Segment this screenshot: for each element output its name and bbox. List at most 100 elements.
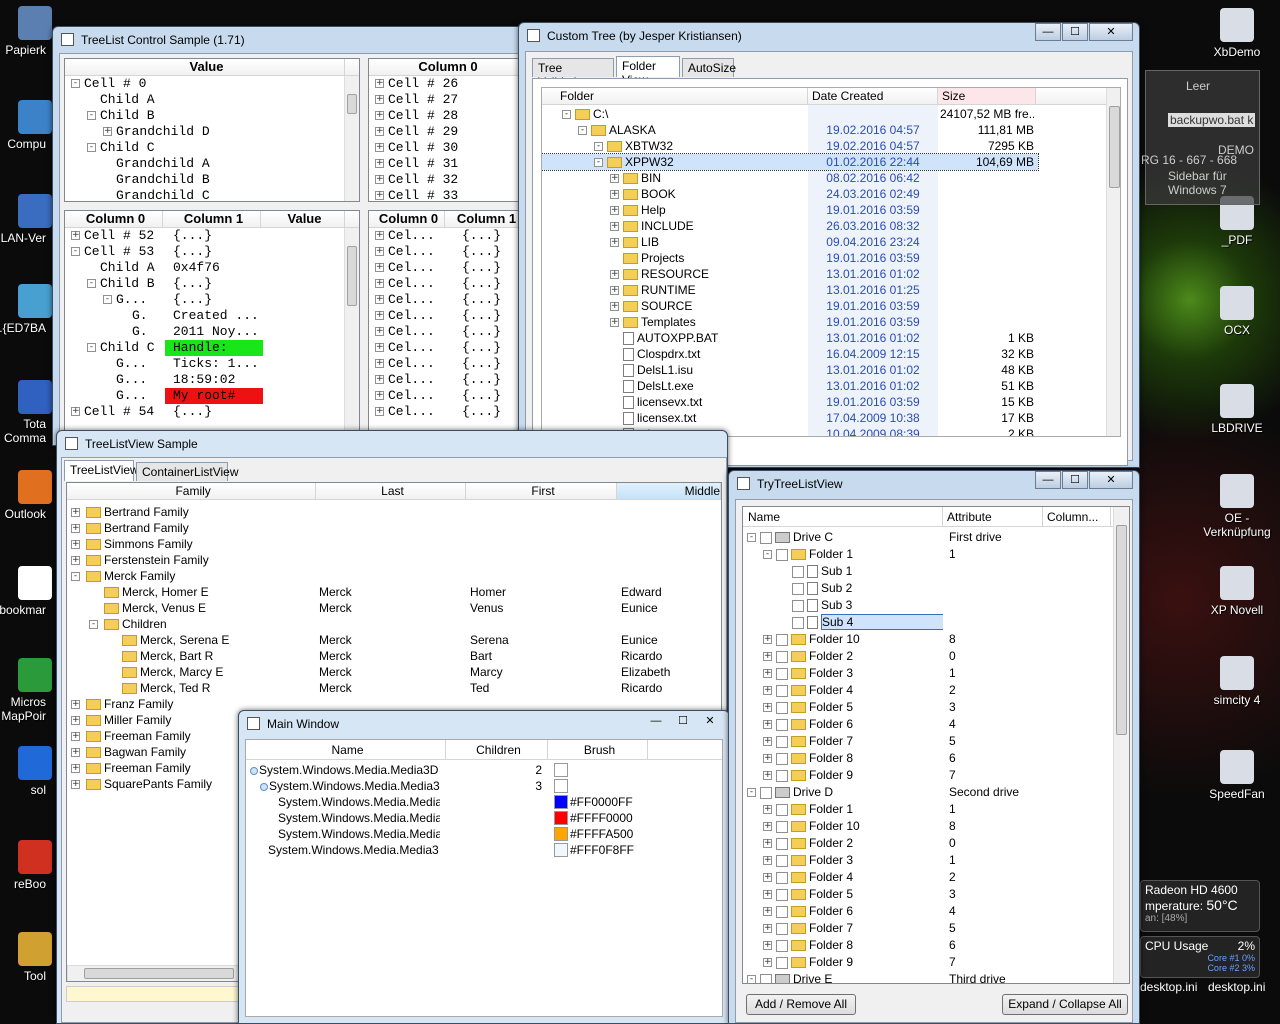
col-column[interactable]: Column... (1043, 507, 1111, 526)
add-remove-all-button[interactable]: Add / Remove All (746, 994, 856, 1015)
minimize-button[interactable]: — (1035, 23, 1061, 41)
expand-icon[interactable]: + (71, 780, 80, 790)
maximize-button[interactable]: ☐ (1062, 471, 1088, 489)
family-row[interactable]: - Children (67, 616, 721, 632)
expand-icon[interactable]: + (610, 318, 619, 328)
drive-row[interactable]: - Drive C First drive (743, 529, 1113, 546)
expand-icon[interactable]: + (71, 700, 80, 710)
col-first[interactable]: First (466, 483, 618, 499)
tree-row[interactable]: + Cell # 26 (369, 76, 537, 92)
expand-icon[interactable]: + (763, 958, 772, 968)
expand-icon[interactable]: + (610, 222, 619, 232)
tree-row[interactable]: G. 2011 Noy... (65, 324, 359, 340)
family-row[interactable]: Merck, Marcy E Merck Marcy Elizabeth (67, 664, 721, 680)
expand-icon[interactable]: + (375, 391, 384, 401)
expand-icon[interactable]: + (375, 79, 384, 89)
tree-row[interactable]: + Cel... {...} (369, 388, 537, 404)
p3-header-col1[interactable]: Column 1 (163, 211, 261, 227)
tab-folder-view[interactable]: Folder View (616, 56, 680, 87)
family-row[interactable]: Merck, Venus E Merck Venus Eunice (67, 600, 721, 616)
collapse-icon[interactable]: - (71, 79, 80, 89)
expand-icon[interactable]: + (375, 247, 384, 257)
p4-header-col0[interactable]: Column 0 (369, 211, 445, 227)
collapse-icon[interactable]: - (747, 533, 756, 543)
checkbox[interactable] (792, 565, 804, 578)
expand-icon[interactable]: + (610, 190, 619, 200)
expand-icon[interactable]: + (71, 716, 80, 726)
tab-containerlistview[interactable]: ContainerListView (136, 462, 239, 481)
expand-icon[interactable]: + (71, 764, 80, 774)
collapse-icon[interactable]: - (103, 295, 112, 305)
folder-row[interactable]: + Folder 10 8 (743, 631, 1113, 648)
family-row[interactable]: + Ferstenstein Family (67, 552, 721, 568)
expand-icon[interactable]: + (763, 754, 772, 764)
desktop-icon[interactable]: XP Novell (1198, 566, 1276, 617)
treelistview-titlebar[interactable]: TreeListView Sample (57, 431, 727, 455)
main-window-titlebar[interactable]: Main Window — ☐ ✕ (239, 711, 729, 735)
p3-header-col0[interactable]: Column 0 (65, 211, 163, 227)
sub-row[interactable]: Sub 1 (743, 563, 1113, 580)
close-button[interactable]: ✕ (1089, 471, 1133, 489)
folder-row[interactable]: + Folder 2 0 (743, 648, 1113, 665)
tree-row[interactable]: Child A (65, 92, 359, 108)
tree-row[interactable]: + Cell # 28 (369, 108, 537, 124)
folder-row[interactable]: + INCLUDE 26.03.2016 08:32 (542, 218, 1038, 234)
expand-icon[interactable]: + (71, 540, 80, 550)
checkbox[interactable] (776, 871, 788, 884)
file-row[interactable]: DelsL1.isu 13.01.2016 01:02 48 KB (542, 362, 1038, 378)
expander-icon[interactable] (250, 766, 258, 775)
checkbox[interactable] (776, 735, 788, 748)
desktop-icon[interactable]: simcity 4 (1198, 656, 1276, 707)
checkbox[interactable] (776, 752, 788, 765)
expand-icon[interactable]: + (375, 127, 384, 137)
checkbox[interactable] (776, 820, 788, 833)
tree-row[interactable]: - Child C (65, 140, 359, 156)
collapse-icon[interactable]: - (87, 111, 96, 121)
treelist-panel-1[interactable]: Value - Cell # 0 Child A - Child B + Grandchil… (64, 58, 360, 202)
checkbox[interactable] (776, 769, 788, 782)
checkbox[interactable] (776, 854, 788, 867)
p2-header[interactable]: Column 0 (369, 59, 537, 76)
folder-row[interactable]: - ALASKA 19.02.2016 04:57 111,81 MB (542, 122, 1038, 138)
col-children[interactable]: Children (446, 740, 548, 759)
checkbox[interactable] (792, 599, 804, 612)
tree-row[interactable]: + Cell # 33 (369, 188, 537, 201)
tree-row[interactable]: Grandchild A (65, 156, 359, 172)
file-row[interactable]: DelsLt.exe 13.01.2016 01:02 51 KB (542, 378, 1038, 394)
tree-row[interactable]: - Cell # 0 (65, 76, 359, 92)
collapse-icon[interactable]: - (87, 343, 96, 353)
trytreelistview-window[interactable]: TryTreeListView — ☐ ✕ Name Attribute Colum… (728, 470, 1140, 1024)
collapse-icon[interactable]: - (71, 247, 80, 257)
p1-scrollbar[interactable] (344, 76, 359, 201)
folder-row[interactable]: + Folder 1 1 (743, 801, 1113, 818)
minimize-button[interactable]: — (643, 713, 669, 731)
file-row[interactable]: licensex.txt 17.04.2009 10:38 17 KB (542, 410, 1038, 426)
folder-row[interactable]: + Folder 8 6 (743, 750, 1113, 767)
family-row[interactable]: + Bertrand Family (67, 504, 721, 520)
family-row[interactable]: Merck, Homer E Merck Homer Edward (67, 584, 721, 600)
expand-icon[interactable]: + (610, 286, 619, 296)
expand-collapse-all-button[interactable]: Expand / Collapse All (1002, 994, 1128, 1015)
folder-row[interactable]: + Folder 9 7 (743, 954, 1113, 971)
folder-row[interactable]: + BIN 08.02.2016 06:42 (542, 170, 1038, 186)
col-name[interactable]: Name (743, 507, 943, 526)
media-row[interactable]: System.Windows.Media.Media3 3 (246, 778, 722, 794)
expand-icon[interactable]: + (763, 737, 772, 747)
folder-row[interactable]: + Folder 4 2 (743, 682, 1113, 699)
folder-row[interactable]: + Folder 6 4 (743, 903, 1113, 920)
folder-row[interactable]: + Folder 10 8 (743, 818, 1113, 835)
p3-scrollbar[interactable] (344, 228, 359, 449)
expand-icon[interactable]: + (375, 311, 384, 321)
drive-row[interactable]: - Drive E Third drive (743, 971, 1113, 983)
collapse-icon[interactable]: - (594, 158, 603, 168)
folder-tree-header[interactable]: Folder Date Created Size (542, 88, 1120, 105)
expand-icon[interactable]: + (375, 111, 384, 121)
col-name[interactable]: Name (246, 740, 446, 759)
expand-icon[interactable]: + (71, 732, 80, 742)
expand-icon[interactable]: + (763, 839, 772, 849)
expand-icon[interactable]: + (763, 907, 772, 917)
tree-row[interactable]: + Cel... {...} (369, 244, 537, 260)
tab-autosize[interactable]: AutoSize (682, 58, 736, 77)
custom-tree-titlebar[interactable]: Custom Tree (by Jesper Kristiansen) — ☐ ✕ (519, 23, 1139, 47)
folder-row[interactable]: - C:\ 24107,52 MB fre... (542, 106, 1038, 122)
